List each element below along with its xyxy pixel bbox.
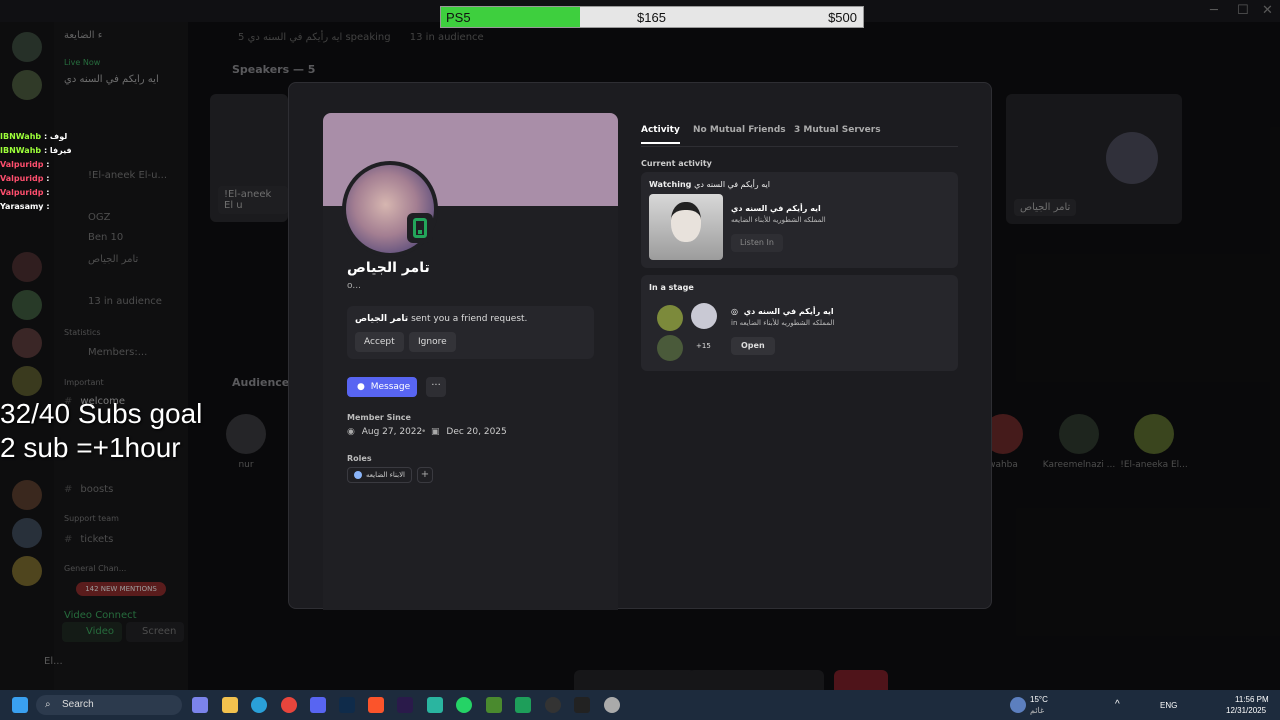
chat-user: Valpuridp: [0, 160, 44, 169]
watching-header: Watching ايه رأيكم في السنه دي: [649, 180, 770, 189]
username: o...: [347, 281, 361, 291]
server-icon: ▣: [431, 427, 440, 437]
premiere-icon[interactable]: [397, 697, 413, 713]
watching-card: Watching ايه رأيكم في السنه دي ايه رأيكم…: [641, 172, 958, 268]
tray-chevron-icon[interactable]: ^: [1115, 699, 1120, 710]
stage-card: In a stage +15 ◎ ايه رأيكم في السنه دي i…: [641, 275, 958, 371]
chat-user: Valpuridp: [0, 174, 44, 183]
watching-title: ايه رأيكم في السنه دي: [731, 204, 821, 213]
face-image: [671, 202, 701, 242]
subs-bonus-text: 2 sub =+1hour: [0, 432, 181, 463]
chat-user: IBNWahb: [0, 146, 42, 155]
open-stage-button[interactable]: Open: [731, 337, 775, 355]
separator-dot: •: [421, 427, 427, 437]
stage-more-count: +15: [696, 342, 711, 350]
friend-request-box: تامر الجياص sent you a friend request. A…: [347, 306, 594, 359]
edge-icon[interactable]: [251, 697, 267, 713]
chat-line: Valpuridp :: [0, 188, 50, 197]
start-icon[interactable]: [12, 697, 28, 713]
weather-icon[interactable]: [1010, 697, 1026, 713]
mobile-status-badge: [407, 213, 433, 243]
app-icon[interactable]: [427, 697, 443, 713]
friend-request-text: تامر الجياص sent you a friend request.: [355, 314, 528, 324]
weather-desc: غائم: [1030, 706, 1045, 715]
chat-line: Yarasamy :: [0, 202, 50, 211]
profile-card: تامر الجياص o... تامر الجياص sent you a …: [323, 113, 618, 610]
chat-line: Valpuridp :: [0, 160, 50, 169]
display-name: تامر الجياص: [347, 260, 430, 276]
avatar: [657, 335, 683, 361]
stream-thumbnail[interactable]: [649, 194, 723, 260]
mobile-phone-icon: [413, 218, 427, 238]
server-member-since: ▣ Dec 20, 2025: [431, 427, 507, 437]
goal-target: $500: [828, 9, 857, 25]
tab-activity[interactable]: Activity: [641, 125, 680, 144]
settings-icon[interactable]: [604, 697, 620, 713]
discord-icon: ◉: [347, 427, 355, 437]
clock-time[interactable]: 11:56 PM: [1235, 695, 1269, 704]
search-icon: ⌕: [45, 699, 51, 710]
app-icon[interactable]: [515, 697, 531, 713]
chat-user: Yarasamy: [0, 202, 44, 211]
chat-user: Valpuridp: [0, 188, 44, 197]
ignore-button[interactable]: Ignore: [409, 332, 456, 352]
stage-title: ◎ ايه رأيكم في السنه دي: [731, 307, 834, 316]
profile-tabs: Activity No Mutual Friends 3 Mutual Serv…: [641, 125, 958, 147]
stage-icon: ◎: [731, 307, 738, 316]
role-color-dot: [354, 471, 362, 479]
goal-current: $165: [637, 9, 666, 25]
chrome-icon[interactable]: [281, 697, 297, 713]
brave-icon[interactable]: [368, 697, 384, 713]
role-pill: الابناء الضايعه: [347, 467, 413, 483]
current-activity-label: Current activity: [641, 159, 712, 168]
minecraft-icon[interactable]: [486, 697, 502, 713]
watching-server: المملكه الشطوريه للأبناء الضايعه: [731, 216, 826, 224]
chat-bubble-icon: ●: [357, 382, 365, 392]
windows-taskbar: ⌕ Search 15°C غائم ^ ENG 11:56 PM 12/31/…: [0, 690, 1280, 720]
goal-item: PS5: [446, 9, 471, 25]
language-indicator[interactable]: ENG: [1160, 701, 1177, 710]
add-role-button[interactable]: +: [417, 467, 433, 483]
stage-server: in المملكه الشطوريه للأبناء الضايعه: [731, 319, 835, 327]
file-explorer-icon[interactable]: [222, 697, 238, 713]
discord-member-since: ◉ Aug 27, 2022: [347, 427, 423, 437]
roles-label: Roles: [347, 454, 372, 463]
obs-icon[interactable]: [545, 697, 561, 713]
listen-in-button[interactable]: Listen In: [731, 234, 783, 252]
teams-icon[interactable]: [192, 697, 208, 713]
user-profile-modal: تامر الجياص o... تامر الجياص sent you a …: [288, 82, 992, 610]
tab-mutual-friends[interactable]: No Mutual Friends: [693, 125, 786, 135]
member-since-label: Member Since: [347, 413, 411, 422]
avatar: [691, 303, 717, 329]
stage-header-label: In a stage: [649, 283, 694, 292]
discord-icon[interactable]: [310, 697, 326, 713]
weather-temp[interactable]: 15°C: [1030, 695, 1048, 704]
tab-mutual-servers[interactable]: 3 Mutual Servers: [794, 125, 881, 135]
accept-button[interactable]: Accept: [355, 332, 404, 352]
whatsapp-icon[interactable]: [456, 697, 472, 713]
chat-line: IBNWahb : لوف: [0, 132, 68, 141]
clock-date[interactable]: 12/31/2025: [1226, 706, 1266, 715]
avatar: [657, 305, 683, 331]
search-box[interactable]: ⌕ Search: [36, 695, 182, 715]
chat-user: IBNWahb: [0, 132, 42, 141]
chat-line: IBNWahb : فيرفا: [0, 146, 72, 155]
donation-goal-bar: PS5 $165 $500: [440, 6, 864, 28]
subs-goal-text: 32/40 Subs goal: [0, 398, 203, 429]
app-icon[interactable]: [574, 697, 590, 713]
message-button[interactable]: ● Message: [347, 377, 417, 397]
chat-line: Valpuridp :: [0, 174, 50, 183]
stream-chat-overlay: IBNWahb : لوف IBNWahb : فيرفا Valpuridp …: [0, 130, 72, 214]
photoshop-icon[interactable]: [339, 697, 355, 713]
more-options-button[interactable]: ···: [426, 377, 446, 397]
subs-goal-overlay: 32/40 Subs goal 2 sub =+1hour: [0, 397, 202, 465]
